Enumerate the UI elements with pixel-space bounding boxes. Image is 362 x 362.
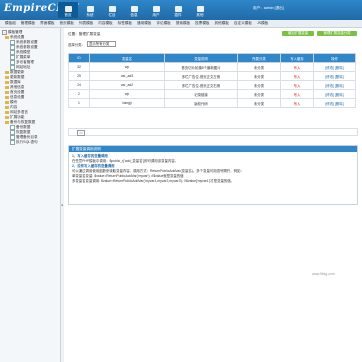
nav-plugin[interactable]: 插件 [168,2,188,18]
system-icon [86,6,94,12]
table-header-row: ID 变量名 变量说明 所属分类 写入缓存 操作 [68,53,356,63]
col-id: ID [68,53,90,63]
table-row: 2 wp 记录链接 未分类 写入 [修改] [删除] [68,89,356,99]
folder-icon [5,86,9,89]
breadcrumb: 位置：管理扩展变量 [68,32,101,36]
template-menubar: 模板组 管理模板 界面模板 首页模板 列表模板 内容模板 标签模板 通用模板 评… [0,20,362,28]
row-actions[interactable]: [修改] [删除] [313,62,356,72]
row-actions[interactable]: [修改] [删除] [313,98,356,108]
col-cache: 写入缓存 [280,53,314,63]
pager: << [68,128,358,136]
menu-item[interactable]: 列表模板 [79,21,93,26]
row-actions[interactable]: [修改] [删除] [313,89,356,99]
folder-icon [5,81,9,84]
sidebar: - 模板管理 系统设置 系统参数设置 系统参数设置 系统模型 扩展菜单 多访者管理… [0,28,61,362]
top-nav: 首页 系统 栏目 信息 用户 插件 其他 [58,2,212,18]
folder-icon [5,36,9,39]
table-row: 24 var_ad2 多栏广告位-首页正文右侧 未分类 写入 [修改] [删除] [68,80,356,90]
table-row: 1 bangji 版权代码 未分类 写入 [修改] [删除] [68,98,356,108]
variables-table: ID 变量名 变量说明 所属分类 写入缓存 操作 32 wp 首页切片轮播5个最… [68,53,356,108]
top-bar: EmpireCMS7 首页 系统 栏目 信息 用户 插件 其他 用户：admin… [0,0,362,20]
main-content: 位置：管理扩展变量 增加扩展变量 管理扩展变量分类 选择分类： 显示所有分类 I… [64,28,362,362]
row-actions[interactable]: [修改] [删除] [313,71,356,81]
nav-user[interactable]: 用户 [146,2,166,18]
user-icon [152,6,160,12]
col-name: 变量名 [89,53,165,63]
menu-item[interactable]: 其他模板 [215,21,229,26]
menu-item[interactable]: 投票模板 [195,21,209,26]
menu-item[interactable]: 评论模板 [156,21,170,26]
nav-info[interactable]: 信息 [124,2,144,18]
info-icon [130,6,138,12]
folder-icon [5,91,9,94]
table-row: 32 wp 首页切片轮播5个最新图片 未分类 写入 [修改] [删除] [68,62,356,72]
column-icon [108,6,116,12]
menu-item[interactable]: 搜索模板 [176,21,190,26]
usage-notes: 扩展变量调用说明 1、写入缓存的变量调用 在任意PHP模板中调用：$public… [68,145,358,205]
folder-icon [5,121,9,124]
menu-item[interactable]: 内容模板 [98,21,112,26]
folder-icon [5,116,9,119]
folder-icon [5,96,9,99]
menu-item[interactable]: 通用模板 [137,21,151,26]
nav-home[interactable]: 首页 [58,2,78,18]
manage-category-button[interactable]: 管理扩展变量分类 [317,31,357,36]
row-actions[interactable]: [修改] [删除] [313,80,356,90]
pager-button[interactable]: << [77,129,85,136]
folder-icon [5,76,9,79]
plugin-icon [174,6,182,12]
home-icon [64,6,72,12]
col-category: 所属分类 [237,53,281,63]
sidebar-item[interactable]: 执行SQL语句 [10,140,38,145]
other-icon [196,6,204,12]
menu-item[interactable]: 模板组 [5,21,16,26]
user-info[interactable]: 用户：admin [退出] [253,6,284,11]
category-label: 选择分类： [68,42,85,47]
menu-item[interactable]: 界面模板 [40,21,54,26]
menu-item[interactable]: 自定义模板 [234,21,252,26]
folder-icon [5,71,9,74]
nav-other[interactable]: 其他 [190,2,210,18]
nav-column[interactable]: 栏目 [102,2,122,18]
menu-item[interactable]: JS模板 [257,21,268,26]
add-variable-button[interactable]: 增加扩展变量 [282,31,314,36]
menu-item[interactable]: 首页模板 [60,21,74,26]
folder-icon [5,101,9,104]
col-actions: 操作 [313,53,356,63]
col-desc: 变量说明 [164,53,238,63]
category-filter: 选择分类： 显示所有分类 [68,41,116,47]
folder-icon [5,106,9,109]
folder-icon [5,111,9,114]
category-select[interactable]: 显示所有分类 [86,41,116,47]
menu-item[interactable]: 管理模板 [21,21,35,26]
menu-item[interactable]: 标签模板 [118,21,132,26]
notes-text-4: 多变量名变量调用: $value=ReturnPublicAddVar('myv… [72,179,235,183]
watermark: www.5kkg.com [312,272,335,276]
table-row: 25 var_ad3 多栏广告位-首页正文左侧 未分类 写入 [修改] [删除] [68,71,356,81]
document-icon [10,140,15,145]
nav-system[interactable]: 系统 [80,2,100,18]
